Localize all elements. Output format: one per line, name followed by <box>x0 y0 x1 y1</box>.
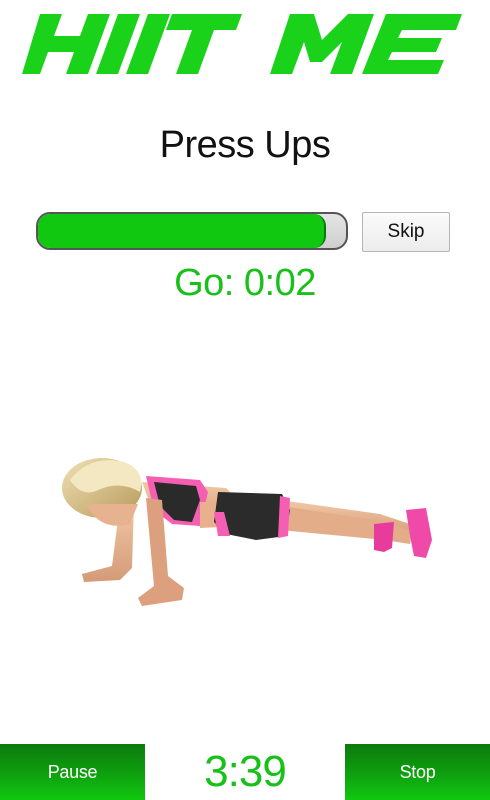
logo-graphic <box>22 14 462 74</box>
hiit-me-logo <box>22 10 468 78</box>
workout-screen: Press Ups Skip Go: 0:02 Pause 3:39 Stop <box>0 0 490 800</box>
woman-press-up-image <box>62 458 432 606</box>
bottom-control-bar: Pause 3:39 Stop <box>0 744 490 800</box>
pause-button[interactable]: Pause <box>0 744 145 800</box>
press-up-illustration <box>50 440 450 630</box>
progress-fill <box>38 214 327 248</box>
stop-button[interactable]: Stop <box>345 744 490 800</box>
exercise-progress-bar <box>36 212 348 250</box>
exercise-title: Press Ups <box>159 124 331 166</box>
skip-button[interactable]: Skip <box>362 212 450 252</box>
countdown-timer: Go: 0:02 <box>174 262 316 304</box>
total-time-remaining: 3:39 <box>204 747 287 796</box>
